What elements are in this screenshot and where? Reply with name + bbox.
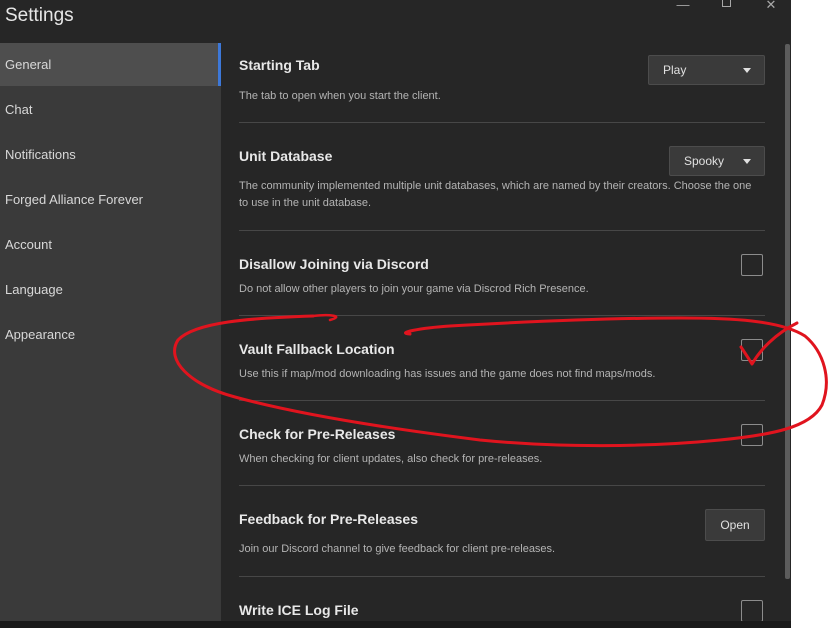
starting-tab-dropdown[interactable]: Play <box>648 55 765 85</box>
divider <box>239 230 765 231</box>
setting-ice-log: Write ICE Log File <box>239 602 765 622</box>
sidebar-item-notifications[interactable]: Notifications <box>0 133 221 176</box>
sidebar-item-label: Notifications <box>5 147 76 162</box>
chevron-down-icon <box>743 159 751 164</box>
sidebar-item-account[interactable]: Account <box>0 223 221 266</box>
setting-vault-fallback: Vault Fallback Location Use this if map/… <box>239 341 765 386</box>
minimize-button[interactable]: — <box>668 0 698 12</box>
open-feedback-button[interactable]: Open <box>705 509 765 541</box>
settings-window: Settings — ✕ General Chat Notifications … <box>0 0 791 628</box>
setting-title: Feedback for Pre-Releases <box>239 511 418 527</box>
maximize-icon <box>721 0 731 7</box>
divider <box>239 576 765 577</box>
sidebar-item-label: Forged Alliance Forever <box>5 192 144 207</box>
unit-database-dropdown[interactable]: Spooky <box>669 146 765 176</box>
ice-log-checkbox[interactable] <box>741 600 763 622</box>
sidebar: General Chat Notifications Forged Allian… <box>0 43 221 628</box>
setting-description: Use this if map/mod downloading has issu… <box>239 368 656 380</box>
setting-description: Join our Discord channel to give feedbac… <box>239 543 556 555</box>
scrollbar[interactable] <box>785 44 790 579</box>
setting-title: Check for Pre-Releases <box>239 426 396 442</box>
chevron-down-icon <box>743 68 751 73</box>
sidebar-item-appearance[interactable]: Appearance <box>0 313 221 356</box>
sidebar-item-language[interactable]: Language <box>0 268 221 311</box>
divider <box>239 485 765 486</box>
sidebar-item-label: Account <box>5 237 52 252</box>
setting-title: Starting Tab <box>239 57 320 73</box>
close-icon: ✕ <box>765 0 777 12</box>
setting-feedback: Feedback for Pre-Releases Join our Disco… <box>239 511 765 561</box>
vault-fallback-checkbox[interactable] <box>741 339 763 361</box>
sidebar-item-label: Chat <box>5 102 33 117</box>
sidebar-item-general[interactable]: General <box>0 43 221 86</box>
setting-pre-releases: Check for Pre-Releases When checking for… <box>239 426 765 471</box>
dropdown-value: Spooky <box>684 154 725 168</box>
setting-title: Vault Fallback Location <box>239 341 395 357</box>
setting-description: When checking for client updates, also c… <box>239 453 543 465</box>
setting-disallow-discord: Disallow Joining via Discord Do not allo… <box>239 256 765 301</box>
setting-description: The community implemented multiple unit … <box>239 180 752 209</box>
disallow-discord-checkbox[interactable] <box>741 254 763 276</box>
sidebar-item-chat[interactable]: Chat <box>0 88 221 131</box>
divider <box>239 400 765 401</box>
window-title: Settings <box>5 5 74 26</box>
sidebar-item-label: Language <box>5 282 63 297</box>
window-bottom-edge <box>0 621 791 628</box>
setting-title: Unit Database <box>239 148 333 164</box>
sidebar-item-forged-alliance-forever[interactable]: Forged Alliance Forever <box>0 178 221 221</box>
setting-description: Do not allow other players to join your … <box>239 283 589 295</box>
minimize-icon: — <box>676 0 690 12</box>
maximize-button[interactable] <box>711 0 741 12</box>
divider <box>239 315 765 316</box>
close-button[interactable]: ✕ <box>756 0 786 12</box>
divider <box>239 122 765 123</box>
title-bar: Settings — ✕ <box>0 0 791 43</box>
sidebar-item-label: Appearance <box>5 327 76 342</box>
dropdown-value: Play <box>663 63 687 77</box>
pre-releases-checkbox[interactable] <box>741 424 763 446</box>
setting-title: Disallow Joining via Discord <box>239 256 429 272</box>
sidebar-item-label: General <box>5 57 52 72</box>
setting-description: The tab to open when you start the clien… <box>239 90 441 102</box>
setting-title: Write ICE Log File <box>239 602 359 618</box>
